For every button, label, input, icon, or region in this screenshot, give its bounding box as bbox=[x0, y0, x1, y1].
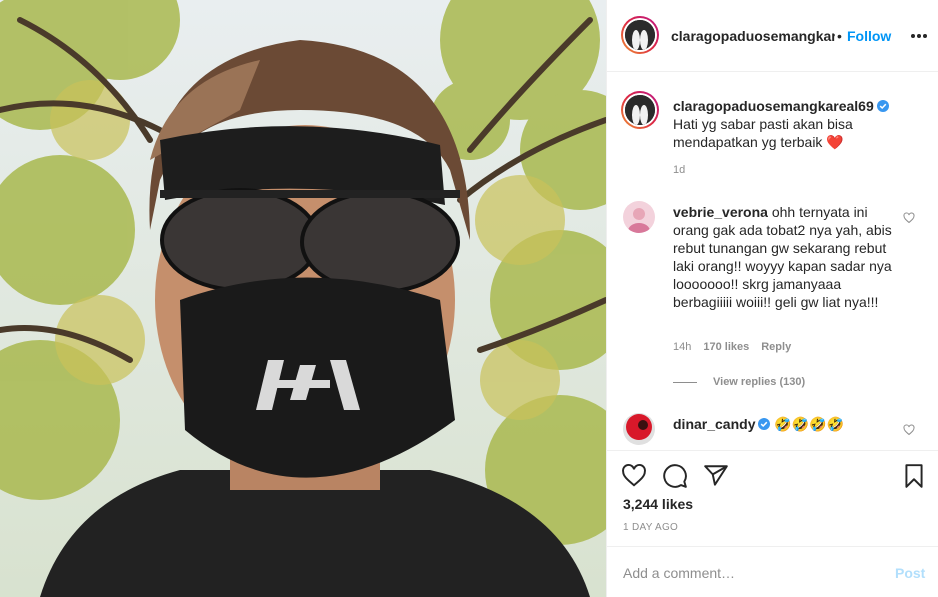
avatar[interactable] bbox=[621, 16, 659, 54]
post-date[interactable]: 1 DAY AGO bbox=[623, 522, 678, 533]
comment-input[interactable] bbox=[623, 563, 873, 583]
paper-plane-icon[interactable] bbox=[703, 463, 729, 489]
post-photo[interactable] bbox=[0, 0, 606, 597]
view-replies-label: View replies (130) bbox=[713, 376, 806, 388]
post-side-panel: claragopaduosemangkareal69 • Follow clar… bbox=[606, 0, 938, 597]
comment-timestamp: 14h bbox=[673, 341, 692, 353]
post-header: claragopaduosemangkareal69 • Follow bbox=[607, 0, 938, 72]
comment-meta: 14h 170 likes Reply bbox=[673, 341, 791, 353]
comment-text: 🤣🤣🤣🤣 bbox=[774, 416, 845, 432]
comment-body: dinar_candy 🤣🤣🤣🤣 bbox=[673, 415, 895, 433]
verified-badge-icon bbox=[876, 98, 889, 112]
comment-like-heart-icon[interactable] bbox=[903, 423, 915, 436]
comment-username[interactable]: vebrie_verona bbox=[673, 204, 768, 220]
likes-count[interactable]: 3,244 likes bbox=[623, 496, 693, 512]
comment-likes[interactable]: 170 likes bbox=[703, 341, 749, 353]
comment-icon[interactable] bbox=[662, 463, 688, 489]
heart-icon[interactable] bbox=[621, 463, 647, 489]
caption-text: Hati yg sabar pasti akan bisa mendapatka… bbox=[673, 116, 853, 150]
caption-username[interactable]: claragopaduosemangkareal69 bbox=[673, 98, 874, 114]
comment-username[interactable]: dinar_candy bbox=[673, 416, 755, 432]
comment-avatar[interactable] bbox=[623, 201, 655, 233]
caption-avatar[interactable] bbox=[621, 91, 659, 129]
reply-button[interactable]: Reply bbox=[761, 341, 791, 353]
comment-avatar[interactable] bbox=[623, 413, 655, 445]
caption-timestamp: 1d bbox=[673, 164, 686, 176]
verified-badge-icon bbox=[758, 416, 771, 430]
bookmark-icon[interactable] bbox=[901, 463, 927, 489]
add-comment-bar: Post bbox=[607, 546, 938, 597]
caption: claragopaduosemangkareal69 Hati yg sabar… bbox=[673, 97, 923, 151]
header-separator-dot: • bbox=[837, 28, 842, 44]
comments-list[interactable]: claragopaduosemangkareal69 Hati yg sabar… bbox=[607, 73, 938, 450]
comment-like-heart-icon[interactable] bbox=[903, 211, 915, 224]
comment-body: vebrie_verona ohh ternyata ini orang gak… bbox=[673, 203, 895, 311]
post-actions: 3,244 likes 1 DAY AGO bbox=[607, 450, 938, 546]
selfie-image bbox=[0, 0, 606, 597]
follow-button[interactable]: Follow bbox=[847, 28, 891, 44]
header-username[interactable]: claragopaduosemangkareal69 bbox=[671, 28, 835, 44]
more-horizontal-icon[interactable] bbox=[909, 26, 929, 46]
replies-divider bbox=[673, 381, 697, 383]
post-comment-button[interactable]: Post bbox=[895, 565, 925, 581]
view-replies-button[interactable]: View replies (130) bbox=[673, 376, 805, 388]
